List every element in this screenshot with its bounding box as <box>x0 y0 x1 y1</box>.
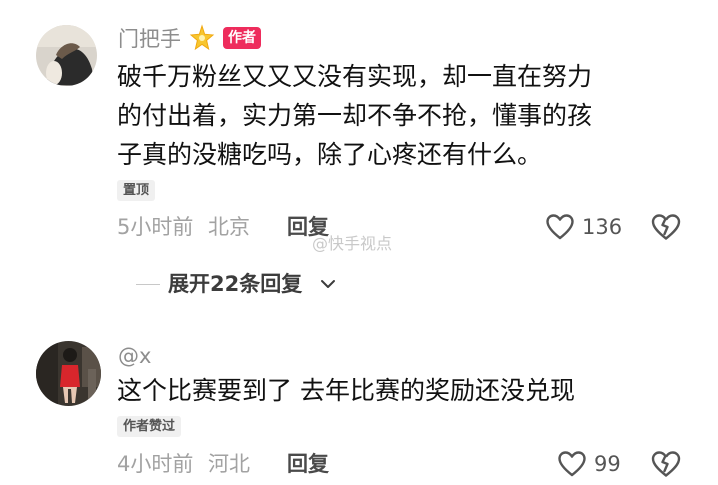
comment-time: 5小时前 <box>117 215 194 239</box>
like-count: 99 <box>594 452 621 476</box>
comment-text-line: 子真的没糖吃吗，除了心疼还有什么。 <box>117 140 543 169</box>
watermark: @快手视点 <box>312 234 393 253</box>
avatar[interactable] <box>36 341 101 406</box>
pinned-tag: 置顶 <box>117 180 156 201</box>
comment-location: 河北 <box>208 452 250 476</box>
expand-replies-label: 展开22条回复 <box>168 272 303 296</box>
comment-text-line: 的付出着，实力第一却不争不抢，懂事的孩 <box>117 101 593 130</box>
author-badge: 作者 <box>223 27 261 49</box>
reply-button[interactable]: 回复 <box>287 451 329 477</box>
divider <box>136 284 160 285</box>
sparkle-star-icon <box>188 24 216 52</box>
heart-icon[interactable] <box>557 449 587 479</box>
username[interactable]: @x <box>118 343 151 369</box>
heart-icon[interactable] <box>545 212 575 242</box>
chevron-down-icon <box>319 275 337 293</box>
comment-item: 门把手 作者 破千万粉丝又又又没有实现，却一直在努力 的付出着，实力第一却不争不… <box>0 0 718 320</box>
username[interactable]: 门把手 <box>118 26 181 52</box>
broken-heart-icon[interactable] <box>650 212 682 242</box>
comment-time: 4小时前 <box>117 452 194 476</box>
author-liked-tag: 作者赞过 <box>117 416 182 437</box>
comment-text-line: 这个比赛要到了 去年比赛的奖励还没兑现 <box>117 376 575 405</box>
comment-location: 北京 <box>208 215 250 239</box>
avatar[interactable] <box>36 25 97 86</box>
like-count: 136 <box>582 215 623 239</box>
broken-heart-icon[interactable] <box>650 449 682 479</box>
comment-item: @x 这个比赛要到了 去年比赛的奖励还没兑现 作者赞过 4小时前 河北 回复 9… <box>0 320 718 485</box>
comment-text-line: 破千万粉丝又又又没有实现，却一直在努力 <box>117 62 593 91</box>
